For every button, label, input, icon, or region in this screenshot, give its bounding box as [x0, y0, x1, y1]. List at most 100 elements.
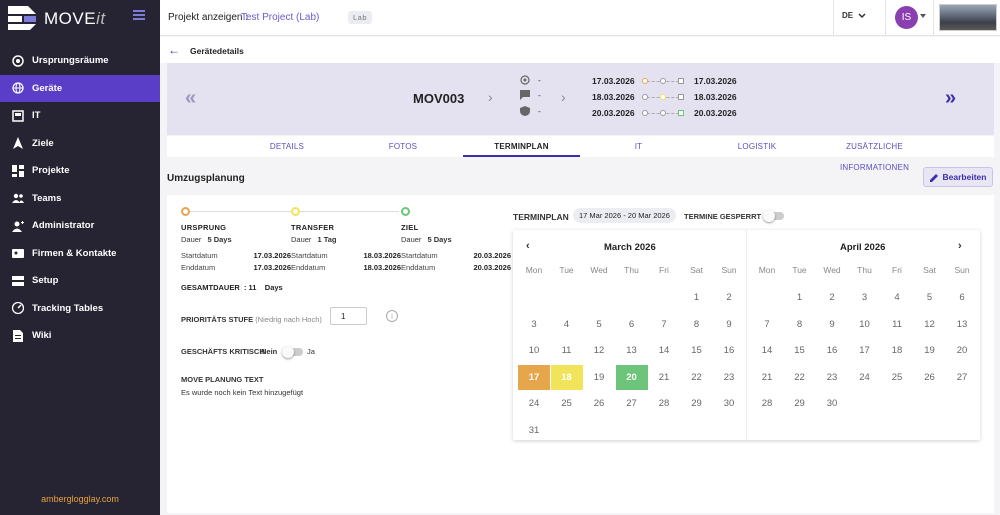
sidebar-item-geraete[interactable]: Geräte [0, 74, 160, 102]
calendar-day[interactable]: 9 [816, 312, 848, 337]
calendar-day[interactable]: 10 [849, 312, 881, 337]
footer-link[interactable]: amberglogglay.com [0, 494, 160, 504]
calendar-day[interactable]: 30 [713, 391, 745, 416]
sidebar-item-teams[interactable]: Teams [0, 185, 160, 213]
calendar-day[interactable]: 24 [849, 365, 881, 390]
calendar-day[interactable]: 20 [615, 364, 648, 390]
calendar-day[interactable]: 29 [784, 391, 816, 416]
tab-terminplan[interactable]: TERMINPLAN [463, 136, 580, 157]
back-arrow-icon[interactable]: ← [168, 43, 180, 57]
calendar-day[interactable]: 22 [784, 365, 816, 390]
tab-it[interactable]: IT [580, 136, 697, 157]
avatar[interactable]: IS [895, 6, 918, 29]
calendar-day[interactable]: 2 [713, 285, 745, 310]
calendar-day[interactable]: 15 [681, 338, 713, 363]
sidebar-item-ursprungsraeume[interactable]: Ursprungsräume [0, 47, 160, 75]
info-icon[interactable]: i [386, 310, 398, 322]
calendar-day[interactable]: 14 [751, 338, 783, 363]
sidebar-item-tracking-tables[interactable]: Tracking Tables [0, 295, 160, 323]
calendar-day[interactable]: 19 [914, 338, 946, 363]
sidebar-item-administrator[interactable]: Administrator [0, 212, 160, 240]
tab-zusaetzliche-informationen[interactable]: ZUSÄTZLICHE INFORMATIONEN [812, 136, 937, 172]
next-device-icon[interactable]: » [945, 87, 956, 110]
calendar-day[interactable]: 12 [583, 338, 615, 363]
calendar-day[interactable]: 25 [551, 391, 583, 416]
calendar-day[interactable]: 10 [518, 338, 550, 363]
priority-input[interactable]: 1 [330, 307, 367, 325]
critical-toggle[interactable] [282, 346, 303, 358]
calendar-day[interactable]: 4 [551, 312, 583, 337]
calendar-day[interactable]: 15 [784, 338, 816, 363]
tab-fotos[interactable]: FOTOS [343, 136, 463, 157]
project-selector[interactable]: Test Project (Lab) [241, 12, 319, 23]
calendar-day[interactable]: 21 [648, 365, 680, 390]
calendar-day[interactable]: 4 [881, 285, 913, 310]
calendar-day[interactable]: 3 [518, 312, 550, 337]
calendar-day[interactable]: 7 [648, 312, 680, 337]
calendar-day[interactable]: 9 [713, 312, 745, 337]
tab-logistik[interactable]: LOGISTIK [697, 136, 817, 157]
calendar-day[interactable]: 11 [881, 312, 913, 337]
calendar-day[interactable]: 23 [816, 365, 848, 390]
calendar-day[interactable]: 11 [551, 338, 583, 363]
calendar-day[interactable]: 27 [616, 391, 648, 416]
profile-photo[interactable] [939, 4, 997, 31]
calendar-day[interactable]: 8 [681, 312, 713, 337]
sidebar-item-label: Projekte [32, 165, 70, 177]
calendar-day[interactable]: 26 [583, 391, 615, 416]
calendar-day[interactable]: 26 [914, 365, 946, 390]
calendar-day[interactable]: 3 [849, 285, 881, 310]
tab-details[interactable]: DETAILS [225, 136, 349, 157]
calendar-day[interactable]: 5 [914, 285, 946, 310]
edit-button[interactable]: Bearbeiten [923, 167, 993, 187]
calendar-day[interactable]: 1 [681, 285, 713, 310]
calendar-day[interactable]: 17 [849, 338, 881, 363]
sidebar-item-projekte[interactable]: Projekte [0, 157, 160, 185]
calendar-day[interactable]: 29 [681, 391, 713, 416]
calendar-day[interactable]: 28 [648, 391, 680, 416]
sidebar-item-firmen-kontakte[interactable]: Firmen & Kontakte [0, 240, 160, 268]
calendar-day[interactable]: 30 [816, 391, 848, 416]
locked-toggle[interactable] [763, 210, 784, 222]
calendar-day[interactable]: 13 [616, 338, 648, 363]
timeline-start: 20.03.2026 [592, 108, 635, 118]
calendar-day[interactable]: 23 [713, 365, 745, 390]
calendar-day[interactable]: 19 [583, 365, 615, 390]
calendar-prev-icon[interactable]: ‹ [526, 240, 530, 252]
calendar-next-icon[interactable]: › [958, 240, 962, 252]
calendar-day[interactable]: 1 [784, 285, 816, 310]
calendar-day[interactable]: 14 [648, 338, 680, 363]
calendar-day[interactable]: 22 [681, 365, 713, 390]
caret-down-icon[interactable] [920, 14, 926, 18]
calendar-day[interactable]: 17 [518, 364, 550, 390]
terminplan-label: TERMINPLAN [513, 212, 569, 222]
calendar-day[interactable]: 8 [784, 312, 816, 337]
phase-end: Enddatum 20.03.2026 [401, 263, 511, 272]
previous-device-icon[interactable]: « [185, 87, 196, 110]
date-range-chip[interactable]: 17 Mar 2026 - 20 Mar 2026 [573, 208, 676, 223]
calendar-day[interactable]: 18 [550, 364, 583, 390]
calendar-day[interactable]: 2 [816, 285, 848, 310]
menu-toggle-icon[interactable] [133, 10, 145, 20]
calendar-day[interactable]: 20 [946, 338, 978, 363]
calendar-day[interactable]: 27 [946, 365, 978, 390]
calendar-day[interactable]: 31 [518, 418, 550, 443]
calendar-day[interactable]: 16 [816, 338, 848, 363]
calendar-day[interactable]: 25 [881, 365, 913, 390]
calendar-day[interactable]: 5 [583, 312, 615, 337]
calendar-day[interactable]: 6 [616, 312, 648, 337]
calendar-day[interactable]: 13 [946, 312, 978, 337]
calendar-day[interactable]: 7 [751, 312, 783, 337]
sidebar-item-it[interactable]: IT [0, 102, 160, 130]
calendar-day[interactable]: 21 [751, 365, 783, 390]
sidebar-item-wiki[interactable]: Wiki [0, 322, 160, 350]
sidebar-item-ziele[interactable]: Ziele [0, 130, 160, 158]
calendar-day[interactable]: 16 [713, 338, 745, 363]
calendar-day[interactable]: 24 [518, 391, 550, 416]
calendar-day[interactable]: 6 [946, 285, 978, 310]
calendar-day[interactable]: 18 [881, 338, 913, 363]
language-selector[interactable]: DE [842, 11, 866, 20]
sidebar-item-setup[interactable]: Setup [0, 267, 160, 295]
calendar-day[interactable]: 12 [914, 312, 946, 337]
calendar-day[interactable]: 28 [751, 391, 783, 416]
